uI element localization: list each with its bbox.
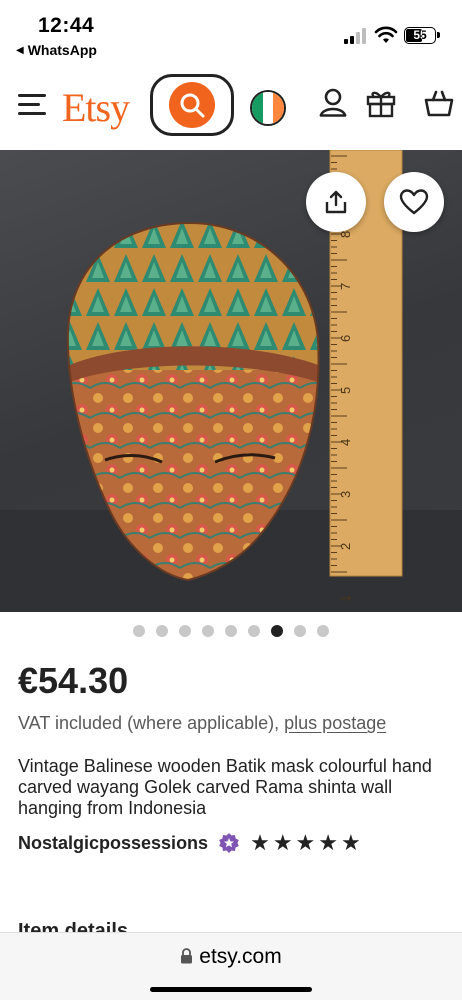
browser-url-bar[interactable]: etsy.com (0, 932, 462, 1000)
ruler-number: 8 (338, 231, 353, 238)
share-button[interactable] (306, 172, 366, 232)
ruler-number: 5 (338, 387, 353, 394)
cart-icon[interactable] (422, 86, 456, 120)
carousel-dot[interactable] (225, 625, 237, 637)
carousel-dot[interactable] (294, 625, 306, 637)
ruler-number: 1 (338, 595, 353, 602)
etsy-logo[interactable]: Etsy (62, 84, 130, 131)
star-seller-badge-icon (219, 833, 239, 853)
vat-note: VAT included (where applicable), plus po… (18, 713, 386, 734)
star-icon: ★ (318, 830, 339, 855)
search-icon (180, 93, 205, 118)
carousel-dot[interactable] (202, 625, 214, 637)
ireland-flag-icon[interactable] (250, 90, 286, 126)
site-header: Etsy (0, 70, 462, 144)
shop-info-row: Nostalgicpossessions ★ ★ ★ ★ ★ (18, 832, 361, 854)
status-time: 12:44 (38, 14, 95, 37)
cellular-signal-icon (344, 28, 370, 44)
back-to-app-link[interactable]: ◀ WhatsApp (16, 42, 97, 58)
product-image-gallery[interactable]: 8 7 6 5 4 3 2 1 (0, 150, 462, 612)
postage-link[interactable]: plus postage (284, 713, 386, 733)
ruler-number: 4 (338, 439, 353, 446)
star-icon: ★ (272, 830, 293, 855)
listing-price: €54.30 (18, 660, 129, 701)
favorite-button[interactable] (384, 172, 444, 232)
carousel-dot[interactable] (133, 625, 145, 637)
ruler-number: 3 (338, 491, 353, 498)
image-carousel-dots[interactable] (0, 625, 462, 637)
carousel-dot[interactable] (317, 625, 329, 637)
url-display[interactable]: etsy.com (0, 945, 462, 969)
carousel-dot[interactable] (248, 625, 260, 637)
star-icon: ★ (250, 830, 270, 855)
home-indicator[interactable] (150, 987, 312, 992)
gift-icon[interactable] (364, 86, 398, 120)
carousel-dot[interactable] (271, 625, 283, 637)
back-app-label: WhatsApp (27, 42, 97, 58)
star-icon: ★ (341, 830, 361, 855)
ruler-number: 2 (338, 543, 353, 550)
carousel-dot[interactable] (179, 625, 191, 637)
battery-icon: 55 (404, 27, 440, 44)
share-icon (325, 190, 347, 214)
ruler-number: 7 (338, 283, 353, 290)
ruler-number: 6 (338, 335, 353, 342)
back-arrow-icon: ◀ (16, 44, 24, 56)
account-icon[interactable] (316, 86, 350, 120)
battery-percent: 55 (413, 28, 427, 42)
listing-title: Vintage Balinese wooden Batik mask colou… (18, 756, 432, 818)
star-icon: ★ (295, 830, 316, 855)
search-button[interactable] (150, 74, 234, 136)
url-text: etsy.com (199, 945, 282, 968)
status-bar: 12:44 ◀ WhatsApp 55 (0, 0, 462, 66)
shop-name-link[interactable]: Nostalgicpossessions (18, 833, 208, 854)
lock-icon (181, 948, 193, 964)
carousel-dot[interactable] (156, 625, 168, 637)
rating-stars[interactable]: ★ ★ ★ ★ ★ (250, 832, 361, 854)
wifi-icon (374, 26, 398, 43)
vat-text: VAT included (where applicable), (18, 713, 285, 733)
menu-icon[interactable] (18, 94, 46, 116)
heart-icon (399, 189, 429, 215)
